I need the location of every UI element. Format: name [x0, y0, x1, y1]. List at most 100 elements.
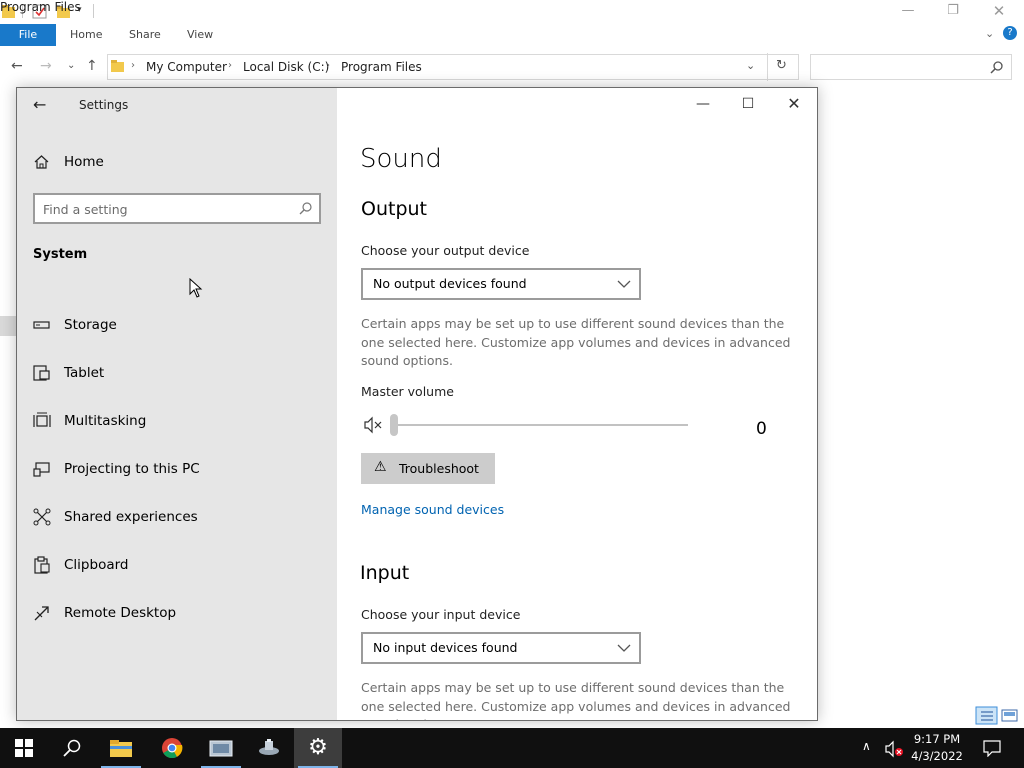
breadcrumb-separator-icon[interactable]: ›	[131, 60, 135, 71]
breadcrumb-program-files[interactable]: Program Files	[341, 60, 422, 74]
search-icon	[990, 61, 1003, 74]
manage-sound-devices-link[interactable]: Manage sound devices	[361, 502, 504, 517]
chevron-down-icon	[617, 644, 631, 652]
large-icons-view-button[interactable]	[1000, 706, 1020, 725]
settings-app-title: Settings	[79, 98, 129, 112]
tab-share[interactable]: Share	[129, 28, 161, 41]
restore-icon[interactable]: ❐	[930, 0, 976, 24]
tab-home[interactable]: Home	[70, 28, 102, 41]
divider	[767, 53, 768, 81]
output-device-dropdown[interactable]: No output devices found	[361, 268, 641, 300]
close-icon[interactable]: ✕	[779, 95, 809, 115]
settings-window: ← Settings Home System Storage Tablet Mu…	[16, 87, 818, 721]
sidebar-item-label: Storage	[64, 317, 117, 333]
breadcrumb-separator-icon[interactable]: ›	[326, 60, 330, 71]
tab-file[interactable]: File	[0, 24, 56, 46]
close-icon[interactable]: ✕	[976, 0, 1022, 24]
chrome-icon	[162, 738, 183, 759]
windows-logo-icon	[15, 739, 33, 757]
refresh-icon[interactable]: ↻	[776, 58, 787, 73]
clipboard-icon	[34, 556, 50, 574]
sidebar-item-storage[interactable]: Storage	[17, 304, 337, 348]
settings-sidebar: ← Settings Home System Storage Tablet Mu…	[17, 88, 337, 720]
maximize-icon[interactable]: ☐	[733, 95, 763, 115]
ribbon-expand-icon[interactable]: ⌄	[985, 27, 994, 40]
sidebar-item-label: Tablet	[64, 365, 105, 381]
find-setting-box	[33, 193, 321, 224]
gear-icon: ⚙	[308, 735, 328, 760]
tab-view[interactable]: View	[187, 28, 213, 41]
breadcrumb-my-computer[interactable]: My Computer	[146, 60, 227, 74]
breadcrumb-separator-icon[interactable]: ›	[228, 60, 232, 71]
input-device-dropdown[interactable]: No input devices found	[361, 632, 641, 664]
mouse-cursor-icon	[189, 278, 203, 298]
shared-experiences-icon	[33, 508, 51, 526]
volume-muted-icon[interactable]	[884, 740, 906, 758]
taskbar-file-explorer[interactable]	[97, 728, 145, 768]
input-device-value: No input devices found	[373, 640, 518, 655]
master-volume-slider-track[interactable]	[394, 424, 688, 426]
sidebar-item-label: Projecting to this PC	[64, 461, 200, 477]
chevron-down-icon	[617, 280, 631, 288]
output-description: Certain apps may be set up to use differ…	[361, 316, 791, 368]
section-label-system: System	[33, 247, 88, 262]
taskbar-settings[interactable]: ⚙	[294, 728, 342, 768]
page-title: Sound	[360, 144, 442, 174]
selected-row-edge	[0, 316, 16, 336]
clock-date: 4/3/2022	[911, 749, 963, 763]
multitasking-icon	[33, 412, 51, 427]
storage-icon	[33, 321, 50, 329]
master-volume-label: Master volume	[361, 384, 454, 399]
taskbar-app-window[interactable]	[197, 728, 245, 768]
troubleshoot-button[interactable]: ⚠ Troubleshoot	[361, 453, 495, 484]
search-icon[interactable]	[299, 201, 313, 215]
sidebar-item-clipboard[interactable]: Clipboard	[17, 544, 337, 588]
tablet-icon	[33, 365, 50, 381]
taskbar-search-button[interactable]	[48, 728, 96, 768]
up-arrow-icon[interactable]: ↑	[86, 58, 98, 74]
show-hidden-icons-icon[interactable]: ∧	[862, 739, 871, 753]
forward-arrow-icon[interactable]: →	[40, 58, 52, 74]
back-arrow-icon[interactable]: ←	[33, 95, 46, 114]
folder-icon	[111, 60, 124, 72]
sidebar-item-label: Clipboard	[64, 557, 129, 573]
notifications-icon[interactable]	[983, 739, 1001, 757]
explorer-title-bar	[0, 0, 1024, 24]
start-button[interactable]	[0, 728, 48, 768]
address-dropdown-icon[interactable]: ⌄	[746, 59, 755, 72]
back-arrow-icon[interactable]: ←	[11, 58, 23, 74]
sidebar-item-shared-experiences[interactable]: Shared experiences	[17, 496, 337, 540]
projecting-icon	[33, 462, 50, 477]
troubleshoot-label: Troubleshoot	[399, 461, 479, 476]
details-view-button[interactable]	[975, 706, 997, 725]
sidebar-item-tablet[interactable]: Tablet	[17, 352, 337, 396]
output-device-value: No output devices found	[373, 276, 527, 291]
sidebar-item-projecting[interactable]: Projecting to this PC	[17, 448, 337, 492]
speaker-muted-icon[interactable]	[363, 416, 385, 434]
clock-time: 9:17 PM	[913, 732, 961, 746]
master-volume-slider-thumb[interactable]	[390, 414, 398, 436]
home-icon	[34, 155, 49, 169]
sidebar-item-label: Shared experiences	[64, 509, 198, 525]
network-app-icon	[259, 739, 279, 755]
recent-locations-icon[interactable]: ⌄	[67, 60, 75, 71]
breadcrumb-local-disk[interactable]: Local Disk (C:)	[243, 60, 329, 74]
app-window-icon	[209, 740, 233, 757]
remote-desktop-icon	[34, 606, 49, 621]
settings-content: — ☐ ✕ Sound Output Choose your output de…	[337, 88, 817, 720]
sidebar-item-multitasking[interactable]: Multitasking	[17, 400, 337, 444]
minimize-icon[interactable]: —	[688, 95, 718, 115]
taskbar-network-app[interactable]	[245, 728, 293, 768]
help-icon[interactable]: ?	[1003, 26, 1017, 40]
taskbar-clock[interactable]: 9:17 PM 4/3/2022	[906, 731, 968, 765]
sidebar-item-remote-desktop[interactable]: Remote Desktop	[17, 592, 337, 636]
input-heading: Input	[360, 562, 410, 584]
taskbar-chrome[interactable]	[148, 728, 196, 768]
explorer-search-input[interactable]	[810, 54, 1012, 80]
sidebar-item-label: Multitasking	[64, 413, 147, 429]
sidebar-item-label: Remote Desktop	[64, 605, 177, 621]
minimize-icon[interactable]: —	[885, 0, 931, 24]
nav-home[interactable]: Home	[64, 154, 104, 170]
warning-icon: ⚠	[374, 459, 387, 475]
find-setting-input[interactable]	[43, 199, 283, 219]
